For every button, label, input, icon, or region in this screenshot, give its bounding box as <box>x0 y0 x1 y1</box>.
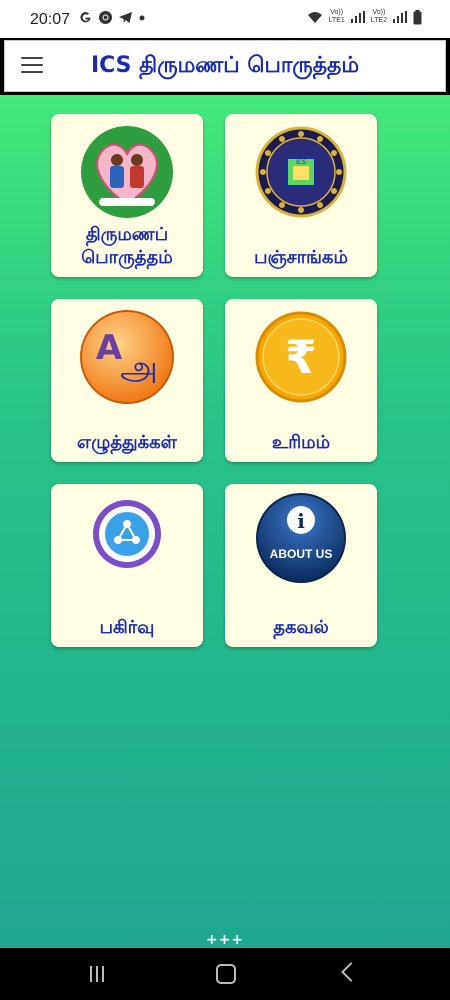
svg-text:A: A <box>96 328 123 368</box>
about-us-info-icon: i ABOUT US <box>256 493 346 583</box>
app-bar: ICS திருமணப் பொருத்தம் <box>4 40 446 92</box>
svg-text:ICS: ICS <box>296 159 306 166</box>
google-icon <box>80 12 91 23</box>
recent-apps-icon[interactable] <box>90 966 108 982</box>
rupee-coin-icon: ₹ <box>255 311 347 403</box>
tile-letters[interactable]: A அ எழுத்துக்கள் <box>51 299 203 462</box>
chrome-icon <box>99 11 112 24</box>
home-icon[interactable] <box>216 964 236 984</box>
zodiac-wheel-icon: ICS <box>255 126 347 218</box>
system-navigation-bar <box>0 948 450 1000</box>
status-notification-icons <box>78 10 146 25</box>
marriage-couple-icon <box>81 126 173 218</box>
main-content: திருமணப் பொருத்தம் ICS பஞ்சாங்கம் A அ எழ… <box>0 95 450 948</box>
footer-text: +++ <box>205 932 245 948</box>
signal-2-icon <box>393 11 407 23</box>
svg-text:i: i <box>297 509 305 533</box>
tile-share[interactable]: பகிர்வு <box>51 484 203 647</box>
tile-panchangam[interactable]: ICS பஞ்சாங்கம் <box>225 114 377 277</box>
tile-label-line: பொருத்தம் <box>81 247 173 268</box>
share-icon <box>93 500 161 568</box>
status-time: 20:07 <box>30 11 71 28</box>
sim2-label: Vo)) LTE2 <box>370 9 387 24</box>
tile-about[interactable]: i ABOUT US தகவல் <box>225 484 377 647</box>
battery-icon <box>413 9 422 24</box>
sim1-label: Vo)) LTE1 <box>328 9 345 24</box>
tile-label-panchangam: பஞ்சாங்கம் <box>254 247 348 268</box>
letters-a-icon: A அ <box>80 310 174 404</box>
tile-label-license: உரிமம் <box>271 432 331 453</box>
telegram-icon <box>119 12 132 23</box>
tile-license[interactable]: ₹ உரிமம் <box>225 299 377 462</box>
wifi-icon <box>307 11 322 23</box>
status-bar: 20:07 Vo)) LTE1 Vo)) LTE2 <box>0 0 450 38</box>
tile-label-letters: எழுத்துக்கள் <box>77 432 177 453</box>
about-us-text: ABOUT US <box>270 547 333 561</box>
tile-label-line: திருமணப் <box>85 224 169 245</box>
back-icon[interactable] <box>341 962 361 982</box>
tile-marriage-matching[interactable]: திருமணப் பொருத்தம் <box>51 114 203 277</box>
tile-label-share: பகிர்வு <box>99 617 155 638</box>
status-system-icons: Vo)) LTE1 Vo)) LTE2 <box>307 9 422 25</box>
svg-text:₹: ₹ <box>285 330 317 384</box>
app-title: ICS திருமணப் பொருத்தம் <box>90 53 360 78</box>
tile-label-about: தகவல் <box>273 617 329 638</box>
signal-1-icon <box>350 11 365 23</box>
tile-label-marriage: திருமணப் பொருத்தம் <box>51 223 203 269</box>
notification-dot-icon <box>139 15 145 20</box>
svg-text:அ: அ <box>120 348 158 388</box>
